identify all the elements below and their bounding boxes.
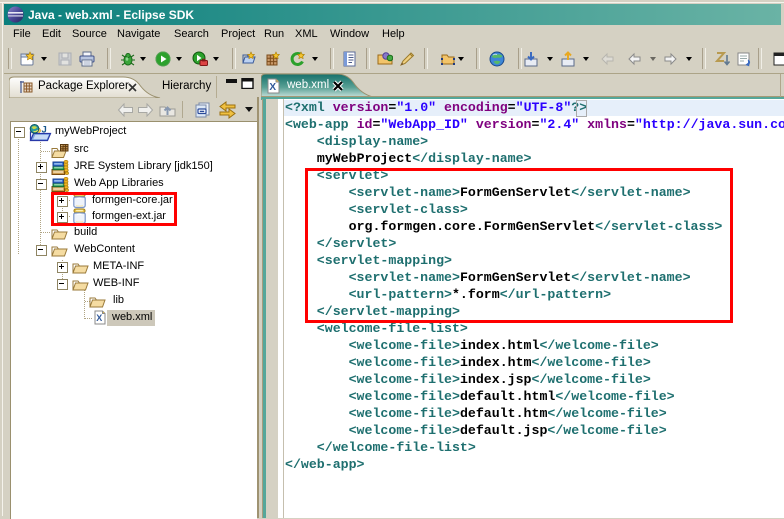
svg-text:J: J	[42, 125, 47, 136]
svg-text:X: X	[269, 82, 276, 93]
svg-text:X: X	[96, 313, 102, 323]
